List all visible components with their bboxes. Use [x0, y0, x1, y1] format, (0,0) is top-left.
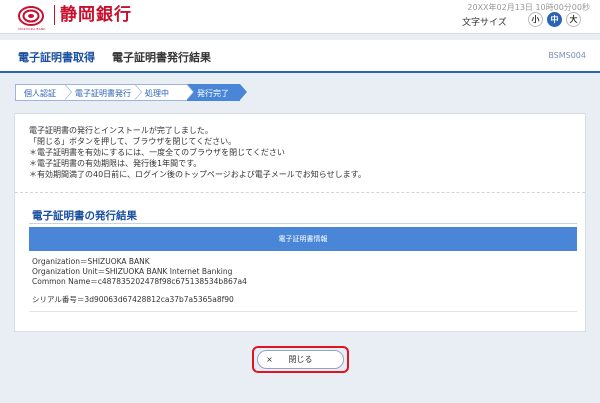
step-processing: 処理中: [135, 84, 194, 101]
step-cert-issue: 電子証明書発行: [65, 84, 142, 101]
message-line: 「閉じる」ボタンを押して、ブラウザを閉じてください。: [29, 137, 237, 146]
close-button-label: 閉じる: [288, 355, 313, 364]
step-personal-auth: 個人認証: [15, 84, 72, 101]
completion-message: 電子証明書の発行とインストールが完了しました。 「閉じる」ボタンを押して、ブラウ…: [29, 125, 366, 180]
page-title-bar: 電子証明書取得 電子証明書発行結果 BSMS004: [0, 40, 600, 73]
message-line: 電子証明書の発行とインストールが完了しました。: [29, 126, 213, 135]
step-label: 電子証明書発行: [75, 89, 131, 98]
message-line: ＊有効期間満了の40日前に、ログイン後のトップページおよび電子メールでお知らせし…: [29, 170, 366, 179]
bank-name: 静岡銀行: [54, 5, 132, 25]
font-size-large-button[interactable]: 大: [566, 12, 581, 27]
close-button[interactable]: × 閉じる: [257, 350, 344, 369]
message-line: ＊電子証明書を有効にするには、一度全てのブラウザを閉じてください: [29, 148, 285, 157]
step-label: 発行完了: [197, 89, 229, 98]
organization-unit-value: Organization Unit＝SHIZUOKA BANK Internet…: [32, 267, 233, 276]
site-header: SHIZUOKA BANK 静岡銀行 20XX年02月13日 10時00分00秒…: [0, 0, 600, 34]
page-subtitle: 電子証明書発行結果: [112, 51, 211, 64]
divider: [15, 192, 585, 193]
step-label: 処理中: [145, 89, 169, 98]
certificate-info: Organization＝SHIZUOKA BANK Organization …: [32, 257, 247, 287]
organization-value: Organization＝SHIZUOKA BANK: [32, 257, 150, 266]
close-icon: ×: [266, 355, 273, 364]
logo-subtext: SHIZUOKA BANK: [18, 27, 46, 31]
font-size-medium-button[interactable]: 中: [547, 12, 562, 27]
screen-id: BSMS004: [548, 51, 586, 60]
serial-number-value: シリアル番号＝3d90063d67428812ca37b7a5365a8f90: [32, 295, 234, 304]
message-line: ＊電子証明書の有効期限は、発行後1年間です。: [29, 159, 202, 168]
table-header: 電子証明書情報: [29, 227, 577, 251]
step-complete: 発行完了: [187, 84, 247, 101]
page-title: 電子証明書取得: [18, 51, 95, 64]
result-card: 電子証明書の発行とインストールが完了しました。 「閉じる」ボタンを押して、ブラウ…: [14, 113, 586, 332]
divider: [29, 311, 577, 312]
bank-logo-icon: [18, 6, 44, 26]
section-underline: [29, 223, 577, 224]
section-title: 電子証明書の発行結果: [32, 210, 137, 222]
font-size-small-button[interactable]: 小: [528, 12, 543, 27]
common-name-value: Common Name＝c487835202478f98c675138534b8…: [32, 277, 247, 286]
step-label: 個人認証: [24, 89, 56, 98]
font-size-label: 文字サイズ: [462, 18, 507, 28]
